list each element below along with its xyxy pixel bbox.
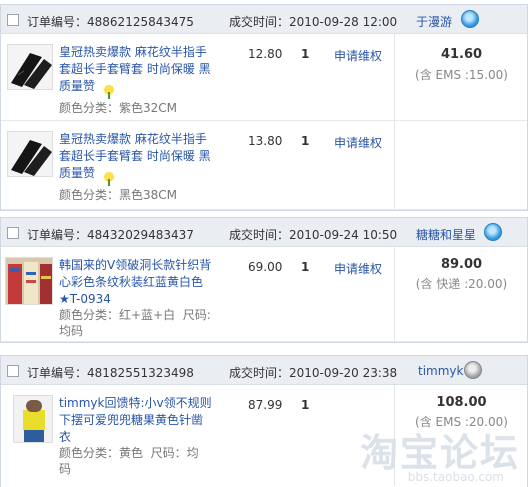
product-thumbnail[interactable] bbox=[7, 131, 53, 177]
order-item: 皇冠热卖爆款 麻花纹半指手套超长手套臂套 时尚保暖 黑质量赞 颜色分类：黑色38… bbox=[1, 121, 527, 210]
order-card: 订单编号：48432029483437 成交时间：2010-09-24 10:5… bbox=[0, 217, 528, 343]
unit-price: 13.80 bbox=[248, 134, 283, 148]
order-number: 订单编号：48862125843475 bbox=[27, 15, 194, 29]
product-attribute-cont: 码 bbox=[59, 462, 72, 476]
order-number: 订单编号：48182551323498 bbox=[27, 366, 194, 380]
product-title-link[interactable]: 皇冠热卖爆款 麻花纹半指手套超长手套臂套 时尚保暖 黑质量赞 bbox=[59, 131, 214, 182]
quantity: 1 bbox=[301, 260, 310, 274]
order-header: 订单编号：48182551323498 成交时间：2010-09-20 23:3… bbox=[1, 355, 527, 385]
product-attribute-cont: 均码 bbox=[59, 324, 84, 338]
quantity: 1 bbox=[301, 398, 310, 412]
watermark-url: bbs.taobao.com bbox=[407, 470, 504, 484]
apply-rights-link[interactable]: 申请维权 bbox=[334, 260, 382, 277]
watermark-logo: 淘宝论坛 bbox=[359, 431, 520, 475]
order-card: 订单编号：48862125843475 成交时间：2010-09-28 12:0… bbox=[0, 4, 528, 211]
product-attribute: 颜色分类：红+蓝+白 尺码: bbox=[59, 308, 211, 322]
rose-icon bbox=[103, 85, 115, 99]
product-thumbnail[interactable] bbox=[5, 257, 53, 305]
order-total: 108.00 bbox=[436, 395, 487, 410]
product-title-link[interactable]: 韩国来的V领破洞长款针织背心彩色条纹秋装红蓝黄白色★T-0934 bbox=[59, 257, 214, 308]
wangwang-chat-icon[interactable] bbox=[461, 10, 479, 28]
order-total: 41.60 bbox=[440, 47, 483, 62]
order-number: 订单编号：48432029483437 bbox=[27, 228, 194, 242]
seller-link[interactable]: 于漫游 bbox=[416, 13, 452, 30]
deal-time: 成交时间：2010-09-28 12:00 bbox=[229, 15, 398, 29]
wangwang-offline-icon[interactable] bbox=[464, 361, 482, 379]
deal-time: 成交时间：2010-09-20 23:38 bbox=[229, 366, 398, 380]
unit-price: 12.80 bbox=[248, 47, 283, 61]
unit-price: 69.00 bbox=[248, 260, 283, 274]
order-checkbox[interactable] bbox=[7, 365, 19, 377]
deal-time: 成交时间：2010-09-24 10:50 bbox=[229, 228, 398, 242]
order-checkbox[interactable] bbox=[7, 227, 19, 239]
apply-rights-link[interactable]: 申请维权 bbox=[334, 134, 382, 151]
rose-icon bbox=[103, 172, 115, 186]
unit-price: 87.99 bbox=[248, 398, 283, 412]
product-thumbnail[interactable] bbox=[7, 44, 53, 90]
product-title-link[interactable]: timmyk回馈特:小v领不规则下摆可爱兜兜糖果黄色针凿衣 bbox=[59, 395, 214, 446]
quantity: 1 bbox=[301, 134, 310, 148]
order-checkbox[interactable] bbox=[7, 14, 19, 26]
apply-rights-link[interactable]: 申请维权 bbox=[334, 47, 382, 64]
product-attribute: 颜色分类：黑色38CM bbox=[59, 188, 178, 202]
order-header: 订单编号：48432029483437 成交时间：2010-09-24 10:5… bbox=[1, 217, 527, 247]
product-attribute: 颜色分类：黄色 尺码：均 bbox=[59, 446, 199, 460]
order-total: 89.00 bbox=[440, 257, 483, 272]
product-title-link[interactable]: 皇冠热卖爆款 麻花纹半指手套超长手套臂套 时尚保暖 黑质量赞 bbox=[59, 44, 214, 95]
shipping-fee: (含 快递 :20.00) bbox=[415, 277, 508, 291]
seller-link[interactable]: 糖糖和星星 bbox=[416, 226, 476, 243]
seller-link[interactable]: timmyk bbox=[418, 364, 463, 378]
product-attribute: 颜色分类：紫色32CM bbox=[59, 101, 178, 115]
shipping-fee: (含 EMS :15.00) bbox=[415, 68, 508, 82]
wangwang-chat-icon[interactable] bbox=[484, 223, 502, 241]
product-thumbnail[interactable] bbox=[13, 395, 53, 443]
order-header: 订单编号：48862125843475 成交时间：2010-09-28 12:0… bbox=[1, 4, 527, 34]
quantity: 1 bbox=[301, 47, 310, 61]
